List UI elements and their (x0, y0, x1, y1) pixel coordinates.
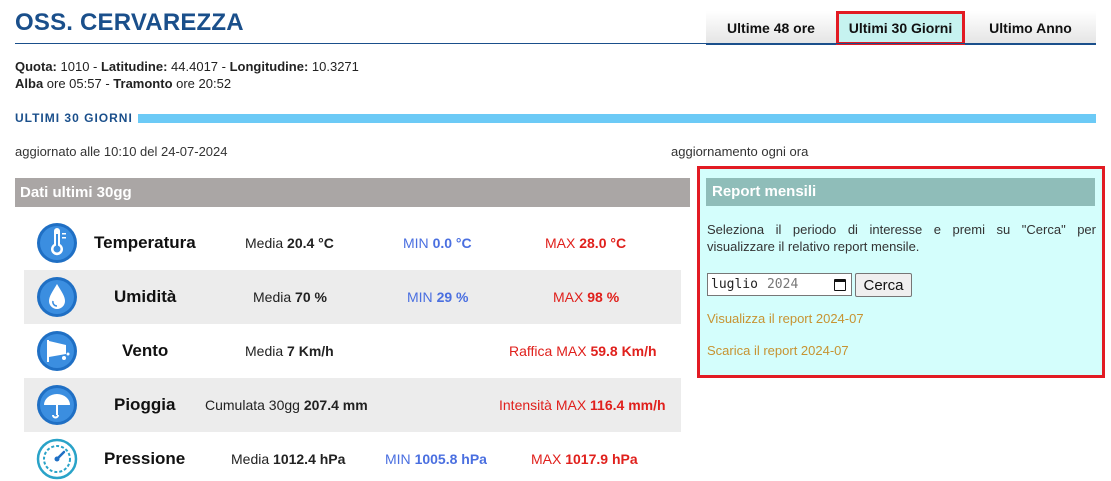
cumulative-value: 207.4 mm (303, 397, 368, 413)
period-tabs: Ultime 48 ore Ultimi 30 Giorni Ultimo An… (706, 11, 1096, 45)
month-input-year: 2024 (766, 277, 799, 292)
table-row-pressure: Pressione Media 1012.4 hPa MIN 1005.8 hP… (24, 432, 681, 481)
calendar-icon[interactable] (834, 279, 846, 291)
metric-max: MAX 98 % (553, 270, 619, 324)
average-label: Media (245, 235, 288, 251)
wind-icon (37, 331, 77, 371)
station-coordinates: Quota: 1010 - Latitudine: 44.4017 - Long… (15, 58, 359, 75)
tab-last-year[interactable]: Ultimo Anno (965, 11, 1096, 45)
metric-min: MIN 1005.8 hPa (385, 432, 487, 481)
sunrise-value: ore 05:57 - (43, 76, 114, 91)
min-label: MIN (407, 289, 437, 305)
min-label: MIN (403, 235, 433, 251)
min-value: 0.0 °C (432, 235, 472, 251)
metric-min: MIN 0.0 °C (403, 216, 472, 270)
quota-value: 1010 - (56, 59, 101, 74)
table-row-rain: Pioggia Cumulata 30gg 207.4 mm Intensità… (24, 378, 681, 432)
umbrella-icon (37, 385, 77, 425)
month-input-month: luglio (711, 277, 758, 292)
station-title: OSS. CERVAREZZA (15, 9, 244, 36)
monthly-report-panel: Report mensili Seleziona il periodo di i… (697, 166, 1105, 378)
metric-intensity-max: Intensità MAX 116.4 mm/h (499, 378, 666, 432)
last-updated: aggiornato alle 10:10 del 24-07-2024 (15, 144, 228, 159)
metric-average: Media 7 Km/h (245, 324, 334, 378)
average-label: Media (231, 451, 274, 467)
metric-name: Pressione (104, 449, 186, 468)
thermometer-icon (37, 223, 77, 263)
water-drop-icon (37, 277, 77, 317)
section-title: ULTIMI 30 GIORNI (15, 111, 133, 125)
max-label: MAX (553, 289, 588, 305)
intensity-max-label: Intensità MAX (499, 397, 591, 413)
cumulative-label: Cumulata 30gg (205, 397, 304, 413)
average-value: 1012.4 hPa (273, 451, 346, 467)
average-value: 70 % (295, 289, 327, 305)
max-value: 28.0 °C (579, 235, 627, 251)
sunset-label: Tramonto (113, 76, 173, 91)
longitude-label: Longitudine: (229, 59, 309, 74)
sunrise-label: Alba (15, 76, 44, 91)
max-value: 98 % (587, 289, 620, 305)
gauge-icon (36, 438, 78, 480)
average-label: Media (253, 289, 296, 305)
min-value: 1005.8 hPa (414, 451, 487, 467)
average-value: 7 Km/h (287, 343, 334, 359)
update-frequency: aggiornamento ogni ora (671, 144, 809, 159)
header-divider (15, 43, 1096, 44)
gust-max-value: 59.8 Km/h (590, 343, 657, 359)
metric-min: MIN 29 % (407, 270, 468, 324)
section-bar (137, 113, 1096, 123)
metric-name: Vento (122, 341, 169, 360)
metric-max: MAX 1017.9 hPa (531, 432, 638, 481)
intensity-max-value: 116.4 mm/h (590, 397, 666, 413)
min-value: 29 % (436, 289, 469, 305)
latitude-label: Latitudine: (100, 59, 168, 74)
metric-average: Media 1012.4 hPa (231, 432, 345, 481)
download-report-link[interactable]: Scarica il report 2024-07 (707, 343, 849, 358)
metric-name: Umidità (114, 287, 177, 306)
metric-cumulative: Cumulata 30gg 207.4 mm (205, 378, 368, 432)
month-input[interactable]: luglio 2024 (707, 273, 852, 296)
gust-max-label: Raffica MAX (509, 343, 591, 359)
table-row-temperature: Temperatura Media 20.4 °C MIN 0.0 °C MAX… (24, 216, 681, 270)
longitude-value: 10.3271 (308, 59, 359, 74)
metric-average: Media 70 % (253, 270, 327, 324)
average-value: 20.4 °C (287, 235, 334, 251)
quota-label: Quota: (15, 59, 57, 74)
metric-average: Media 20.4 °C (245, 216, 334, 270)
sunset-value: ore 20:52 (172, 76, 232, 91)
view-report-link[interactable]: Visualizza il report 2024-07 (707, 311, 864, 326)
search-button[interactable]: Cerca (855, 273, 912, 297)
tab-last-30-days[interactable]: Ultimi 30 Giorni (836, 11, 965, 45)
max-label: MAX (545, 235, 580, 251)
latitude-value: 44.4017 - (167, 59, 230, 74)
metric-max: MAX 28.0 °C (545, 216, 626, 270)
sun-times: Alba ore 05:57 - Tramonto ore 20:52 (15, 75, 359, 92)
min-label: MIN (385, 451, 415, 467)
data-panel-title: Dati ultimi 30gg (15, 178, 690, 207)
table-row-wind: Vento Media 7 Km/h Raffica MAX 59.8 Km/h (24, 324, 681, 378)
section-header: ULTIMI 30 GIORNI (15, 110, 1096, 126)
report-description: Seleziona il periodo di interesse e prem… (707, 222, 1096, 254)
report-panel-title: Report mensili (706, 178, 1095, 206)
metric-name: Temperatura (94, 233, 196, 252)
average-label: Media (245, 343, 288, 359)
station-info: Quota: 1010 - Latitudine: 44.4017 - Long… (15, 58, 359, 92)
tab-last-48h[interactable]: Ultime 48 ore (706, 11, 836, 45)
max-label: MAX (531, 451, 566, 467)
max-value: 1017.9 hPa (565, 451, 638, 467)
metric-gust-max: Raffica MAX 59.8 Km/h (509, 324, 657, 378)
metric-name: Pioggia (114, 395, 176, 414)
table-row-humidity: Umidità Media 70 % MIN 29 % MAX 98 % (24, 270, 681, 324)
